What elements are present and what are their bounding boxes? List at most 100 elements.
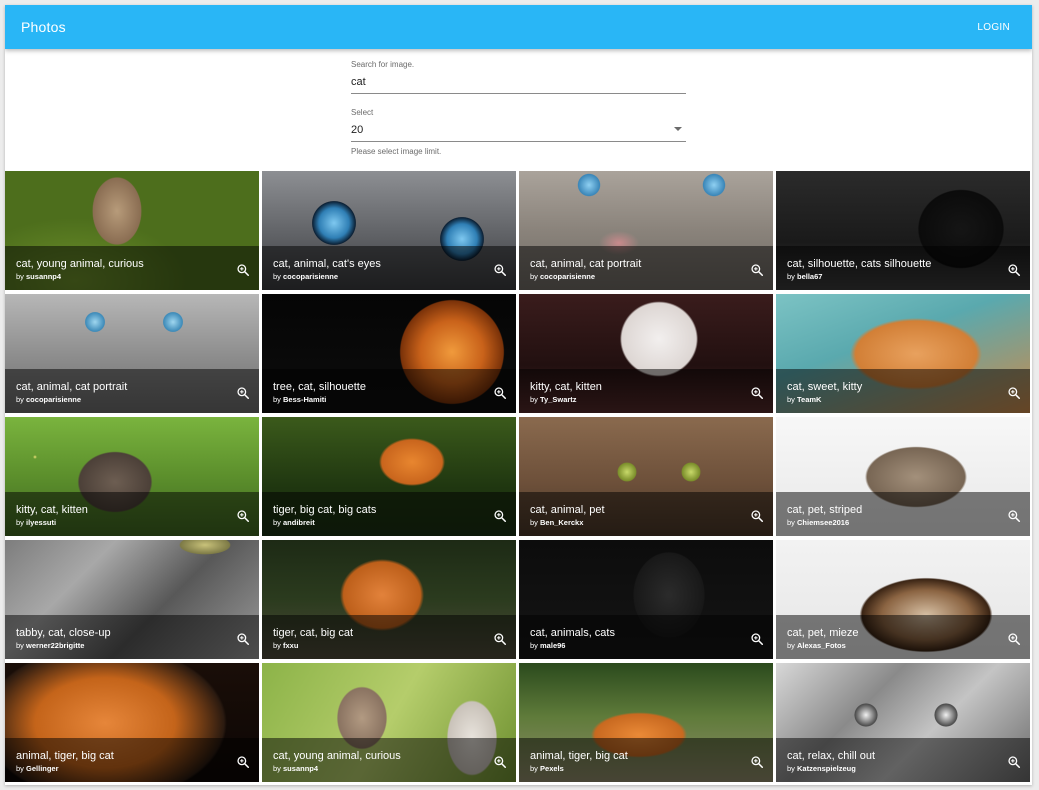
zoom-in-icon[interactable] [1007, 386, 1021, 400]
tile-author: cocoparisienne [283, 272, 339, 281]
tile-caption-bar: cat, animal, cat portrait by cocoparisie… [5, 369, 259, 413]
tile-by-label: by [787, 272, 795, 281]
tile-caption-bar: cat, animals, cats by male96 [519, 615, 773, 659]
tile-author: cocoparisienne [540, 272, 596, 281]
tile-subtitle: by Ty_Swartz [530, 394, 741, 405]
zoom-in-icon[interactable] [493, 632, 507, 646]
zoom-in-icon[interactable] [236, 632, 250, 646]
zoom-in-icon[interactable] [493, 386, 507, 400]
image-tile[interactable]: animal, tiger, big cat by Gellinger [5, 663, 259, 782]
tile-title: cat, relax, chill out [787, 750, 876, 762]
tile-by-label: by [787, 518, 795, 527]
zoom-in-icon[interactable] [750, 509, 764, 523]
tile-caption-bar: cat, relax, chill out by Katzenspielzeug [776, 738, 1030, 782]
image-tile[interactable]: kitty, cat, kitten by Ty_Swartz [519, 294, 773, 413]
chevron-down-icon [674, 127, 682, 131]
image-tile[interactable]: tree, cat, silhouette by Bess-Hamiti [262, 294, 516, 413]
tile-author: TeamK [797, 395, 822, 404]
tile-title: kitty, cat, kitten [16, 504, 88, 516]
image-tile[interactable]: animal, tiger, big cat by Pexels [519, 663, 773, 782]
zoom-in-icon[interactable] [1007, 263, 1021, 277]
image-tile[interactable]: cat, silhouette, cats silhouette by bell… [776, 171, 1030, 290]
image-tile[interactable]: cat, pet, striped by Chiemsee2016 [776, 417, 1030, 536]
tile-caption-bar: cat, young animal, curious by susannp4 [262, 738, 516, 782]
tile-author: susannp4 [26, 272, 62, 281]
zoom-in-icon[interactable] [493, 755, 507, 769]
tile-subtitle: by Bess-Hamiti [273, 394, 484, 405]
zoom-in-icon[interactable] [236, 509, 250, 523]
app-window: Photos LOGIN Search for image. Select 20… [5, 5, 1032, 785]
tile-author: susannp4 [283, 764, 319, 773]
tile-subtitle: by Katzenspielzeug [787, 763, 998, 774]
search-form: Search for image. Select 20 Please selec… [351, 60, 686, 156]
image-tile[interactable]: kitty, cat, kitten by ilyessuti [5, 417, 259, 536]
tile-title: cat, pet, striped [787, 504, 863, 516]
tile-by-label: by [16, 764, 24, 773]
zoom-in-icon[interactable] [750, 755, 764, 769]
zoom-in-icon[interactable] [1007, 509, 1021, 523]
tile-subtitle: by cocoparisienne [16, 394, 227, 405]
tile-subtitle: by Alexas_Fotos [787, 640, 998, 651]
image-tile[interactable]: cat, pet, mieze by Alexas_Fotos [776, 540, 1030, 659]
zoom-in-icon[interactable] [236, 386, 250, 400]
image-tile[interactable]: tiger, big cat, big cats by andibreit [262, 417, 516, 536]
zoom-in-icon[interactable] [750, 632, 764, 646]
image-tile[interactable]: cat, sweet, kitty by TeamK [776, 294, 1030, 413]
zoom-in-icon[interactable] [493, 509, 507, 523]
tile-author: male96 [540, 641, 566, 650]
image-tile[interactable]: cat, animal, pet by Ben_Kerckx [519, 417, 773, 536]
tile-author: andibreit [283, 518, 315, 527]
tile-title: tiger, big cat, big cats [273, 504, 377, 516]
search-input[interactable] [351, 73, 686, 94]
image-tile[interactable]: cat, young animal, curious by susannp4 [5, 171, 259, 290]
image-tile[interactable]: cat, young animal, curious by susannp4 [262, 663, 516, 782]
zoom-in-icon[interactable] [493, 263, 507, 277]
tile-subtitle: by fxxu [273, 640, 484, 651]
tile-title: tiger, cat, big cat [273, 627, 354, 639]
tile-title: kitty, cat, kitten [530, 381, 602, 393]
tile-author: cocoparisienne [26, 395, 82, 404]
tile-title: cat, sweet, kitty [787, 381, 863, 393]
tile-by-label: by [787, 395, 795, 404]
tile-by-label: by [530, 272, 538, 281]
image-tile[interactable]: cat, animal, cat portrait by cocoparisie… [519, 171, 773, 290]
limit-select[interactable]: 20 [351, 121, 686, 142]
tile-subtitle: by Chiemsee2016 [787, 517, 998, 528]
image-tile[interactable]: cat, animal, cat portrait by cocoparisie… [5, 294, 259, 413]
tile-subtitle: by cocoparisienne [530, 271, 741, 282]
limit-helper-text: Please select image limit. [351, 147, 442, 156]
tile-author: fxxu [283, 641, 299, 650]
tile-by-label: by [273, 395, 281, 404]
image-tile[interactable]: tiger, cat, big cat by fxxu [262, 540, 516, 659]
zoom-in-icon[interactable] [1007, 632, 1021, 646]
tile-title: cat, animal, cat portrait [530, 258, 642, 270]
zoom-in-icon[interactable] [1007, 755, 1021, 769]
image-tile[interactable]: cat, animals, cats by male96 [519, 540, 773, 659]
tile-subtitle: by Ben_Kerckx [530, 517, 741, 528]
tile-caption-bar: cat, young animal, curious by susannp4 [5, 246, 259, 290]
tile-title: cat, animal, cat portrait [16, 381, 128, 393]
tile-subtitle: by male96 [530, 640, 741, 651]
zoom-in-icon[interactable] [236, 263, 250, 277]
image-tile[interactable]: cat, relax, chill out by Katzenspielzeug [776, 663, 1030, 782]
login-button[interactable]: LOGIN [971, 18, 1016, 37]
tile-subtitle: by ilyessuti [16, 517, 227, 528]
tile-subtitle: by TeamK [787, 394, 998, 405]
zoom-in-icon[interactable] [750, 386, 764, 400]
tile-caption-bar: cat, silhouette, cats silhouette by bell… [776, 246, 1030, 290]
tile-by-label: by [273, 518, 281, 527]
image-tile[interactable]: tabby, cat, close-up by werner22brigitte [5, 540, 259, 659]
tile-title: cat, silhouette, cats silhouette [787, 258, 932, 270]
tile-caption-bar: tabby, cat, close-up by werner22brigitte [5, 615, 259, 659]
tile-title: cat, young animal, curious [273, 750, 401, 762]
tile-caption-bar: tiger, cat, big cat by fxxu [262, 615, 516, 659]
zoom-in-icon[interactable] [236, 755, 250, 769]
tile-by-label: by [273, 764, 281, 773]
tile-title: tabby, cat, close-up [16, 627, 111, 639]
image-tile[interactable]: cat, animal, cat's eyes by cocoparisienn… [262, 171, 516, 290]
zoom-in-icon[interactable] [750, 263, 764, 277]
tile-author: Gellinger [26, 764, 59, 773]
tile-title: cat, pet, mieze [787, 627, 859, 639]
tile-caption-bar: tree, cat, silhouette by Bess-Hamiti [262, 369, 516, 413]
tile-title: cat, young animal, curious [16, 258, 144, 270]
